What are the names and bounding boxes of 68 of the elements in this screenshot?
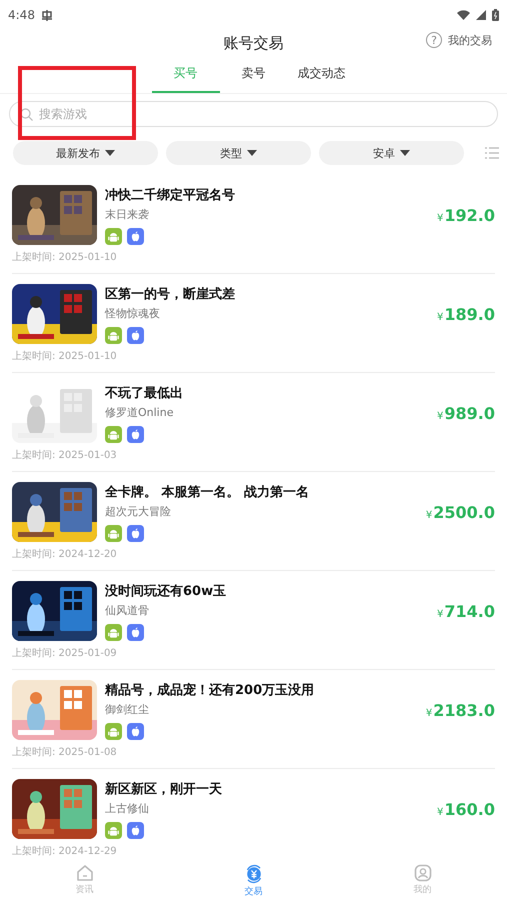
android-icon [105, 822, 122, 838]
listing-item[interactable]: 冲快二千绑定平冠名号 末日来袭 ¥192.0 上架时间: 2025-01-10 [12, 175, 495, 274]
listing-title: 不玩了最低出 [105, 384, 184, 402]
profile-icon [414, 864, 432, 882]
listing-date: 上架时间: 2025-01-10 [12, 251, 118, 265]
price: ¥189.0 [437, 304, 495, 324]
listing-title: 冲快二千绑定平冠名号 [105, 186, 236, 204]
caret-icon [400, 150, 410, 156]
listing-date: 上架时间: 2025-01-03 [12, 449, 118, 463]
page-title: 账号交易 [224, 34, 284, 52]
apple-icon [127, 426, 144, 442]
apple-icon [127, 326, 144, 344]
apple-icon [127, 722, 144, 740]
listing-date: 上架时间: 2025-01-08 [12, 746, 118, 760]
filter-dropdown[interactable]: 安卓 [319, 141, 464, 165]
listing-title: 区第一的号，断崖式差 [105, 286, 236, 304]
price: ¥192.0 [437, 206, 495, 224]
help-button[interactable]: ? [426, 32, 442, 48]
listing-item[interactable]: 不玩了最低出 修罗道Online ¥989.0 上架时间: 2025-01-03 [12, 373, 495, 472]
price: ¥989.0 [437, 404, 495, 422]
apple-icon [127, 822, 144, 838]
listing-title: 精品号，成品宠！还有200万玉没用 [105, 682, 316, 700]
android-icon [105, 624, 122, 640]
game-name: 末日来袭 [105, 206, 150, 222]
clock-time: 4:48 [8, 8, 35, 22]
price: ¥2183.0 [426, 700, 495, 720]
listing-title: 没时间玩还有60w玉 [105, 582, 228, 600]
android-icon [105, 426, 122, 442]
listing-date: 上架时间: 2025-01-09 [12, 647, 118, 661]
my-trades-link[interactable]: 我的交易 [448, 32, 492, 48]
search-icon [20, 108, 33, 120]
caret-icon [105, 150, 115, 156]
android-icon [105, 524, 122, 542]
listing-date: 上架时间: 2024-12-29 [12, 845, 118, 859]
android-icon [105, 228, 122, 244]
wifi-icon [457, 10, 470, 20]
listing-item[interactable]: 全卡牌。 本服第一名。 战力第一名 超次元大冒险 ¥2500.0 上架时间: 2024-12-20 [12, 472, 495, 571]
listing-item[interactable]: 没时间玩还有60w玉 仙风道骨 ¥714.0 上架时间: 2025-01-09 [12, 571, 495, 670]
tab[interactable]: 卖号 [220, 56, 288, 93]
android-icon [105, 326, 122, 344]
listing-title: 全卡牌。 本服第一名。 战力第一名 [105, 484, 310, 502]
listing-item[interactable]: 区第一的号，断崖式差 怪物惊魂夜 ¥189.0 上架时间: 2025-01-10 [12, 274, 495, 373]
listing-date: 上架时间: 2025-01-10 [12, 350, 118, 364]
filter-dropdown[interactable]: 最新发布 [13, 141, 158, 165]
home-icon [76, 864, 94, 882]
battery-icon [492, 9, 499, 21]
caret-icon [247, 150, 257, 156]
price: ¥160.0 [437, 800, 495, 818]
list-view-icon[interactable] [485, 147, 499, 159]
listing-title: 新区新区，刚开一天 [105, 780, 223, 798]
game-name: 修罗道Online [105, 404, 174, 420]
signal-icon [476, 10, 486, 20]
apple-icon [127, 524, 144, 542]
android-icon [105, 722, 122, 740]
game-name: 超次元大冒险 [105, 504, 172, 520]
tab[interactable]: 成交动态 [288, 56, 356, 93]
price: ¥2500.0 [426, 502, 495, 522]
price: ¥714.0 [437, 602, 495, 620]
apple-icon [127, 228, 144, 244]
game-name: 仙风道骨 [105, 602, 150, 618]
game-name: 怪物惊魂夜 [105, 306, 161, 322]
notification-icon [40, 8, 53, 22]
apple-icon [127, 624, 144, 640]
game-name: 上古修仙 [105, 800, 150, 816]
listing-item[interactable]: 精品号，成品宠！还有200万玉没用 御剑红尘 ¥2183.0 上架时间: 2025-01-08 [12, 670, 495, 769]
filter-dropdown[interactable]: 类型 [166, 141, 311, 165]
listing-date: 上架时间: 2024-12-20 [12, 548, 118, 562]
game-name: 御剑红尘 [105, 702, 150, 718]
